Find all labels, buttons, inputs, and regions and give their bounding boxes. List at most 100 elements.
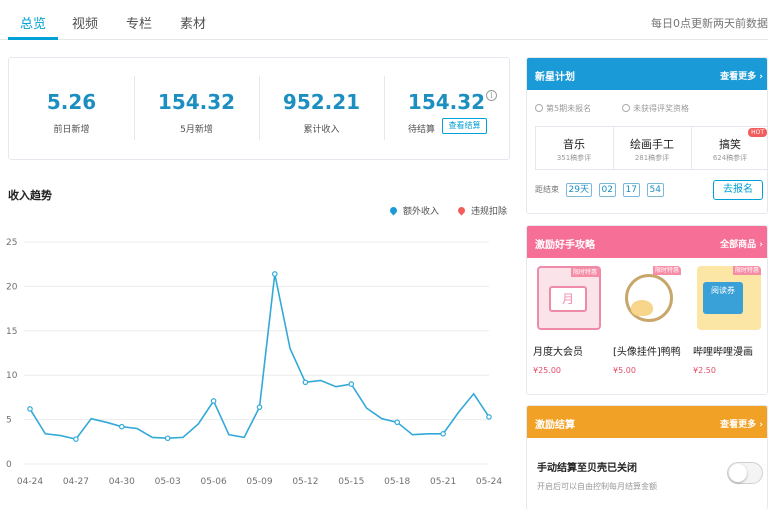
category-count: 351稿参评	[556, 154, 592, 162]
star-plan-card: 新星计划 查看更多 › 第5期未报名 未获得评奖资格 音乐 351稿参评 绘画手…	[526, 57, 768, 214]
promo-tag: 限时特惠	[732, 266, 761, 275]
promo-tag: 限时特惠	[570, 268, 599, 277]
signup-status: 第5期未报名	[535, 103, 591, 114]
status-text: 第5期未报名	[546, 104, 592, 113]
x-tick-label: 04-24	[17, 477, 43, 487]
data-point	[73, 436, 79, 442]
stat-month: 154.32 5月新增	[134, 58, 259, 158]
data-point	[394, 419, 401, 426]
duck-shape	[631, 300, 653, 316]
settlement-header: 激励结算 查看更多 ›	[527, 406, 767, 438]
chevron-right-icon: ›	[759, 240, 763, 250]
data-point	[256, 404, 263, 410]
view-settlement-button[interactable]: 查看结算	[442, 118, 487, 134]
vip-card-image: 月 限时特惠	[537, 266, 601, 330]
category-music[interactable]: 音乐 351稿参评	[535, 126, 613, 168]
category-drawing[interactable]: 绘画手工 281稿参评	[613, 126, 691, 168]
card-title: 激励好手攻略	[535, 240, 595, 251]
category-funny[interactable]: 搞笑 624稿参评 HOT	[691, 126, 767, 168]
update-notice: 每日0点更新两天前数据	[651, 17, 768, 30]
promo-tag: 限时特惠	[652, 266, 681, 275]
category-name: 音乐	[563, 138, 585, 151]
stat-value: 154.32	[157, 90, 236, 114]
view-more-link[interactable]: 查看更多 ›	[720, 69, 763, 82]
x-tick-label: 05-06	[201, 477, 227, 487]
category-count: 281稿参评	[634, 154, 670, 162]
chevron-right-icon: ›	[759, 72, 763, 82]
stat-pending: 154.32 待结算	[384, 58, 509, 158]
countdown-days: 29天	[565, 183, 592, 197]
card-title: 激励结算	[535, 420, 575, 431]
view-more-label: 查看更多	[720, 72, 757, 82]
income-trend-chart: 0 5 10 15 20 25 04-24 04-27 04-30 05-03 05-06 05-09…	[6, 238, 502, 487]
legend-label: 额外收入	[403, 207, 440, 217]
active-tab-indicator	[8, 37, 58, 40]
settlement-card: 激励结算 查看更多 › 手动结算至贝壳已关闭 开启后可以自由控制每月结算金额	[526, 405, 768, 510]
countdown-label: 距结束	[535, 185, 559, 194]
x-tick-label: 04-30	[109, 477, 135, 487]
tab-overview[interactable]: 总览	[20, 13, 46, 32]
trend-title: 收入趋势	[8, 189, 52, 202]
signup-button[interactable]: 去报名	[713, 180, 763, 200]
coupon-glyph: 阅读券	[703, 282, 743, 314]
data-point	[164, 435, 171, 442]
category-name: 搞笑	[719, 138, 741, 151]
product-price: ¥5.00	[613, 366, 636, 375]
stat-total: 952.21 累计收入	[259, 58, 384, 158]
toggle-description: 开启后可以自由控制每月结算金额	[537, 482, 657, 491]
location-pin-icon	[456, 205, 467, 216]
legend-item-deduction[interactable]: 违规扣除	[456, 204, 508, 217]
x-tick-label: 04-27	[63, 477, 89, 487]
status-text: 未获得评奖资格	[633, 104, 689, 113]
y-tick-label: 25	[6, 238, 17, 248]
award-status: 未获得评奖资格	[622, 103, 689, 114]
all-products-link[interactable]: 全部商品 ›	[720, 237, 763, 250]
x-tick-label: 05-24	[476, 477, 502, 487]
product-price: ¥2.50	[693, 366, 716, 375]
tab-material[interactable]: 素材	[180, 13, 206, 32]
stat-value: 952.21	[282, 90, 361, 114]
legend-item-extra[interactable]: 额外收入	[388, 204, 440, 217]
data-point	[486, 414, 492, 420]
tab-column[interactable]: 专栏	[126, 13, 152, 32]
manual-settlement-toggle[interactable]	[727, 462, 763, 484]
data-point	[119, 423, 125, 430]
data-point	[348, 381, 355, 387]
data-point	[302, 379, 309, 386]
y-tick-label: 20	[6, 282, 18, 292]
countdown: 距结束 29天 02 17 54	[535, 183, 664, 197]
data-point	[27, 406, 33, 412]
toggle-knob	[729, 464, 747, 482]
countdown-hours: 02	[598, 183, 616, 197]
hot-badge: HOT	[748, 128, 767, 137]
y-tick-label: 5	[6, 416, 12, 426]
chevron-right-icon: ›	[759, 420, 763, 430]
tab-video[interactable]: 视频	[72, 13, 98, 32]
y-tick-label: 10	[6, 371, 18, 381]
category-count: 624稿参评	[712, 154, 748, 162]
product-item[interactable]: 阅读券 限时特惠 哔哩哔哩漫画 ¥2.50	[693, 266, 765, 375]
x-tick-label: 05-15	[338, 477, 364, 487]
stat-value: 5.26	[46, 90, 97, 114]
stat-label: 前日新增	[53, 125, 90, 135]
series-line	[29, 273, 490, 440]
info-icon[interactable]: i	[486, 90, 497, 101]
card-glyph: 月	[549, 286, 587, 312]
x-tick-label: 05-12	[292, 477, 318, 487]
product-name: 月度大会员	[533, 347, 583, 358]
product-item[interactable]: 限时特惠 [头像挂件]鸭鸭 ¥5.00	[613, 266, 685, 375]
y-tick-label: 15	[6, 327, 17, 337]
card-title: 新星计划	[535, 72, 575, 83]
legend-label: 违规扣除	[471, 207, 508, 217]
product-item[interactable]: 月 限时特惠 月度大会员 ¥25.00	[533, 266, 605, 375]
comic-coupon-image: 阅读券 限时特惠	[697, 266, 761, 330]
view-more-link[interactable]: 查看更多 ›	[720, 417, 763, 430]
data-point	[440, 431, 446, 437]
x-tick-label: 05-21	[430, 477, 456, 487]
top-tab-bar: 总览 视频 专栏 素材 每日0点更新两天前数据	[0, 0, 768, 40]
shop-header: 激励好手攻略 全部商品 ›	[527, 226, 767, 258]
location-pin-icon	[388, 205, 399, 216]
product-name: 哔哩哔哩漫画	[693, 347, 753, 358]
all-products-label: 全部商品	[720, 240, 757, 250]
radio-icon	[622, 104, 630, 112]
